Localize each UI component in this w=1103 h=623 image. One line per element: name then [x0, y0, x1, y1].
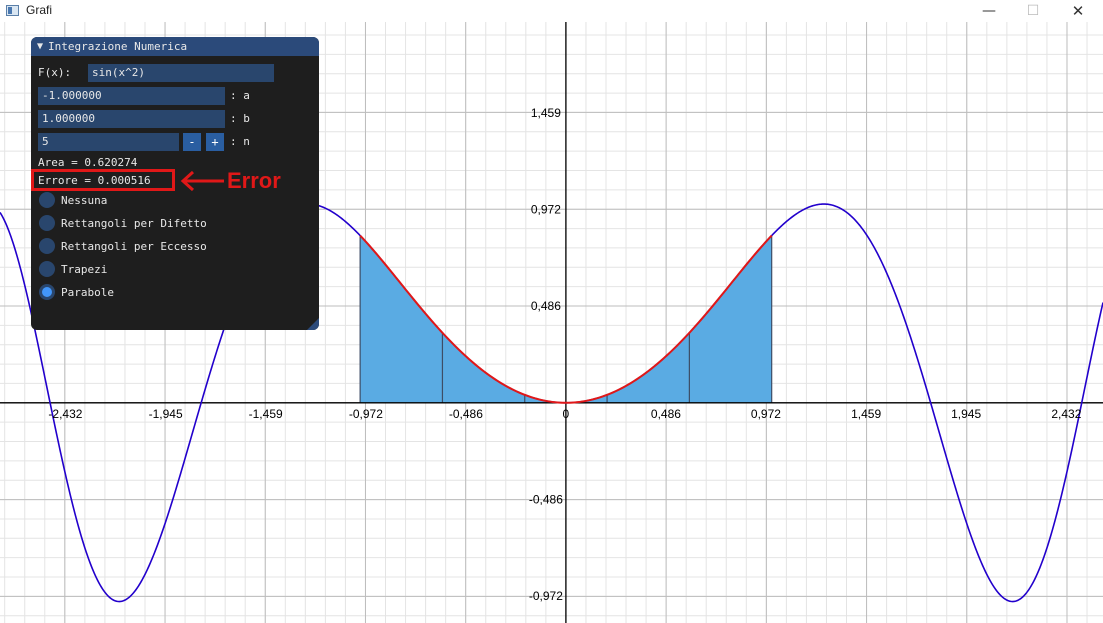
x-tick-label: 2,432 — [1051, 407, 1081, 421]
method-label[interactable]: Rettangoli per Difetto — [61, 217, 207, 230]
method-label[interactable]: Parabole — [61, 286, 114, 299]
app-icon — [6, 5, 19, 16]
panel-title: Integrazione Numerica — [48, 40, 188, 53]
decrement-button[interactable]: - — [183, 133, 201, 151]
minimize-button[interactable]: — — [966, 0, 1012, 22]
left-arrow-icon — [180, 170, 224, 192]
panel-header[interactable]: ▼ Integrazione Numerica — [31, 37, 319, 56]
fx-label: F(x): — [38, 66, 72, 79]
method-label[interactable]: Rettangoli per Eccesso — [61, 240, 207, 253]
y-tick-label: -0,972 — [529, 589, 563, 603]
method-label[interactable]: Nessuna — [61, 194, 107, 207]
method-radio-1[interactable] — [39, 215, 55, 231]
method-radio-0[interactable] — [39, 192, 55, 208]
x-tick-label: -1,945 — [149, 407, 183, 421]
x-tick-label: 0,972 — [751, 407, 781, 421]
resize-grip-icon[interactable] — [307, 318, 319, 330]
x-tick-label: -2,432 — [48, 407, 82, 421]
method-radio-3[interactable] — [39, 261, 55, 277]
x-tick-label: -0,972 — [349, 407, 383, 421]
b-input[interactable]: 1.000000 — [38, 110, 225, 128]
method-radio-4[interactable] — [39, 284, 55, 300]
x-tick-label: -0,486 — [449, 407, 483, 421]
a-label: : a — [230, 89, 250, 102]
y-tick-label: 1,459 — [531, 106, 561, 120]
y-tick-label: -0,486 — [529, 492, 563, 506]
y-tick-label: 0,486 — [531, 299, 561, 313]
a-input[interactable]: -1.000000 — [38, 87, 225, 105]
method-label[interactable]: Trapezi — [61, 263, 107, 276]
b-label: : b — [230, 112, 250, 125]
maximize-button[interactable]: ☐ — [1010, 0, 1056, 22]
x-tick-label: 1,945 — [951, 407, 981, 421]
x-tick-label: 0,486 — [651, 407, 681, 421]
window-title: Grafi — [26, 3, 53, 17]
area-readout: Area = 0.620274 — [38, 156, 138, 169]
y-tick-label: 0,972 — [531, 203, 561, 217]
fx-input[interactable]: sin(x^2) — [88, 64, 274, 82]
collapse-triangle-icon[interactable]: ▼ — [37, 41, 43, 52]
increment-button[interactable]: + — [206, 133, 224, 151]
n-label: : n — [230, 135, 250, 148]
error-highlight-box — [31, 169, 175, 191]
x-tick-label: 0 — [563, 407, 570, 421]
close-button[interactable]: ✕ — [1055, 0, 1101, 22]
window-titlebar: Grafi — ☐ ✕ — [0, 0, 1103, 22]
error-annotation-label: Error — [227, 168, 281, 193]
x-tick-label: -1,459 — [249, 407, 283, 421]
n-input[interactable]: 5 — [38, 133, 179, 151]
method-radio-2[interactable] — [39, 238, 55, 254]
x-tick-label: 1,459 — [851, 407, 881, 421]
